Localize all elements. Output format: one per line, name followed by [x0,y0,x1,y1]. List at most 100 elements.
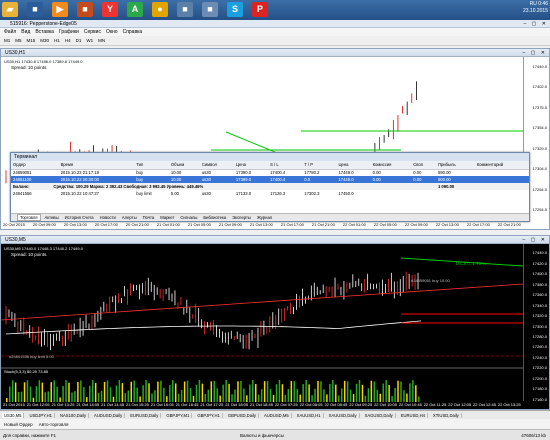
column-header[interactable]: S / L [268,161,303,170]
terminal-tab[interactable]: Эксперты [230,215,253,220]
timeframe-button[interactable]: D1 [75,38,83,43]
terminal-tab[interactable]: Сигналы [178,215,199,220]
timeframe-button[interactable]: M5 [14,38,22,43]
column-header[interactable]: Цена [233,161,269,170]
column-header[interactable]: Ордер [11,161,52,170]
terminal-tab[interactable]: История Счета [63,215,96,220]
chrome-icon[interactable]: ● [152,2,168,17]
column-header[interactable]: Объем [168,161,200,170]
terminal-tab[interactable]: Библиотека [201,215,228,220]
timeframe-button[interactable]: H1 [53,38,61,43]
menu-item[interactable]: Графики [59,29,79,35]
indicator-bar [275,384,278,402]
toolbar-button[interactable]: Новый Ордер [4,422,33,427]
column-header[interactable]: Время [58,161,135,170]
timeframe-button[interactable]: W1 [85,38,94,43]
indicator-bar [317,380,319,402]
chart-tab[interactable]: GBPJPY,H1 [195,412,223,418]
yandex-icon[interactable]: Y [102,2,118,17]
menu-item[interactable]: Справка [123,29,143,35]
app-icon[interactable]: ■ [177,2,193,17]
chart-tab[interactable]: EURUSD,Daily [128,412,162,418]
app-icon[interactable]: P [252,2,268,17]
terminal-panel[interactable]: Терминал Ордер Время Тип Объем Символ Цена S /… [10,152,530,222]
indicator-bar [41,382,44,402]
chart-window-m5[interactable]: US30,M5 – ▢ ✕ US30,M5 17440.0 17448.3 17… [0,235,550,410]
terminal-tab[interactable]: Активы [43,215,61,220]
table-cell: 17400.4 [268,176,303,183]
indicator-bar [80,380,82,402]
app-icon[interactable]: A [127,2,143,17]
price-label: 17180.0 [532,386,547,392]
chart-tab[interactable]: XTIUSD,Daily [431,412,462,418]
price-label: 17160.0 [532,396,547,402]
timeframe-button[interactable]: M15 [26,38,37,43]
timeframe-button[interactable]: MN [97,38,106,43]
column-header[interactable]: Комиссия [370,161,412,170]
table-cell: 0.00 [370,176,412,183]
menu-item[interactable]: Файл [4,29,16,35]
indicator-bar [145,380,147,402]
m5-price-chart[interactable] [1,244,523,403]
skype-icon[interactable]: S [227,2,243,17]
chart-tab[interactable]: XAUUSD,H1 [295,412,324,418]
timeframe-button[interactable]: M30 [39,38,50,43]
indicator-bar [65,380,67,402]
column-header[interactable]: Прибыль [435,161,475,170]
chart-tab[interactable]: XAGUSD,Daily [363,412,396,418]
chart-tab[interactable]: AUDUSD,M5 [262,412,292,418]
folder-icon[interactable]: ▰ [2,2,18,17]
window-controls[interactable]: – ▢ ✕ [524,21,548,27]
menu-item[interactable]: Сервис [84,29,101,35]
app-icon[interactable]: ■ [27,2,43,17]
menu-item[interactable]: Окно [106,29,118,35]
app-icon[interactable]: ■ [202,2,218,17]
chart-tab[interactable]: NAS100,Daily [58,412,90,418]
chart-tab[interactable]: USDJPY,H1 [27,412,55,418]
m5-price-scale[interactable]: 17449.0 17420.0 17400.0 17380.0 17360.0 17340… [523,244,549,402]
terminal-tab[interactable]: Журнал [255,215,274,220]
indicator-bar [400,381,402,402]
menu-item[interactable]: Вставка [35,29,54,35]
price-label: 17300.0 [532,323,547,329]
terminal-tab[interactable]: Торговля [17,214,41,221]
menu-item[interactable]: Вид [21,29,30,35]
chart-tab[interactable]: US30,M5 [2,412,25,418]
app-icon[interactable]: ■ [77,2,93,17]
column-header[interactable]: Тип [134,161,169,170]
column-header[interactable]: T / P [302,161,337,170]
terminal-tab[interactable]: Новости [98,215,118,220]
pending-order-row[interactable]: 24841556 2015.10.22 10:47:27 buy limit 5.00… [11,190,529,197]
indicator-bar [290,381,293,402]
balance-profit: 1 090.00 [435,183,475,190]
timeframe-button[interactable]: H4 [64,38,72,43]
system-tray[interactable]: RU 0:46 23.10.2015 [523,1,548,15]
column-header[interactable]: Цена [336,161,371,170]
chart-window-controls[interactable]: – ▢ ✕ [523,50,547,56]
chart-tab[interactable]: XAUUSD,Daily [327,412,360,418]
column-header[interactable]: Своп [411,161,436,170]
language-indicator[interactable]: RU [530,1,537,7]
status-profile[interactable]: Валюты и фьючерсы [240,433,284,438]
column-header[interactable] [51,161,59,170]
time-label: 21 Oct 16:45 [175,402,199,407]
terminal-tab[interactable]: Маркет [158,215,176,220]
orders-table[interactable]: Ордер Время Тип Объем Символ Цена S / LT / P Це… [11,161,529,197]
chart-tab[interactable]: GBPUSD,Daily [226,412,259,418]
media-player-icon[interactable]: ▶ [52,2,68,17]
price-label: 17304.0 [532,166,547,172]
table-cell: 24859051 [13,170,32,176]
order-row[interactable]: 24859051 2015.10.22 21:17:19 buy 10.00 us30 1… [11,169,529,176]
toolbar-button[interactable]: Авто-торговля [39,422,69,427]
timeframe-button[interactable]: M1 [3,38,11,43]
chart-tab[interactable]: EURUSD,H4 [399,412,428,418]
table-cell: 17399.0 [233,176,269,183]
chart-tab[interactable]: AUDUSD,Daily [92,412,126,418]
column-header[interactable]: Комментарий [474,161,529,170]
chart-window-controls[interactable]: – ▢ ✕ [523,237,547,243]
terminal-tab[interactable]: Алерты [120,215,139,220]
chart-tab[interactable]: GBPJPY,M1 [164,412,193,418]
order-row-selected[interactable]: 24851100 2015.10.22 20:30:00 buy 10.00 us30 1… [11,176,529,183]
terminal-tab[interactable]: Почта [141,215,157,220]
column-header[interactable]: Символ [199,161,234,170]
